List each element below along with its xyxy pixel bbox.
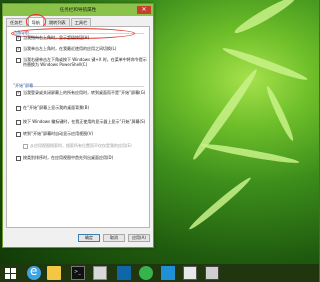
file-explorer-icon[interactable]: [47, 266, 61, 280]
checkbox-powershell[interactable]: [16, 57, 21, 63]
internet-explorer-icon[interactable]: [27, 264, 41, 280]
apply-button[interactable]: 应用(A): [128, 234, 150, 242]
windows-logo-icon: [11, 274, 16, 279]
ok-button[interactable]: 确定: [78, 234, 100, 242]
checkbox-start-on-active-display[interactable]: [16, 119, 21, 125]
wallpaper-leaf: [221, 44, 309, 84]
option-label: 按类别排序时，在应用视图中首先列出桌面应用(D): [23, 155, 114, 160]
windows-logo-icon: [5, 268, 10, 273]
window-title: 任务栏和导航属性: [59, 8, 97, 13]
checkbox-desktop-background[interactable]: [16, 105, 21, 111]
app-document-icon[interactable]: [183, 266, 197, 280]
option-label: 当我单击左上角时，在我最近使用的应用之间切换(L): [23, 46, 117, 51]
app-blue-icon[interactable]: [117, 266, 131, 280]
navigation-panel: 边角导航 ✓ 当我指向右上角时，显示超级按钮(H) ✓ 当我单击左上角时，在我最…: [6, 26, 150, 228]
tab-taskbar[interactable]: 任务栏: [6, 18, 27, 26]
start-button[interactable]: [4, 266, 18, 280]
option-label: 当我右键单击左下角或按下 Windows 键+X 时，在菜单中将命令提示符替换为…: [23, 57, 147, 68]
tab-jump-lists[interactable]: 跳转列表: [44, 18, 70, 26]
command-prompt-icon[interactable]: [71, 266, 85, 280]
windows-logo-icon: [5, 274, 10, 279]
checkbox-list-desktop-apps-first[interactable]: [16, 155, 21, 161]
taskbar: [0, 264, 319, 282]
close-button[interactable]: ✕: [137, 6, 151, 14]
title-bar[interactable]: 任务栏和导航属性 ✕: [3, 4, 153, 16]
cancel-button[interactable]: 取消: [103, 234, 125, 242]
option-label: 在“开始”屏幕上显示我的桌面背景(B): [23, 105, 90, 110]
option-label: 转到“开始”屏幕时自动显示应用视图(V): [23, 131, 94, 136]
checkbox-switch-recent-apps[interactable]: ✓: [16, 46, 21, 52]
option-label: 从应用视图搜索时，搜索所有位置而不仅仅是我的应用(E): [30, 143, 132, 148]
app-drive-icon[interactable]: [205, 266, 219, 280]
option-label: 按下 Windows 徽标键时，在我正使用的显示器上显示“开始”屏幕(S): [23, 119, 146, 124]
taskbar-navigation-properties-dialog: 任务栏和导航属性 ✕ 任务栏 导航 跳转列表 工具栏 边角导航 ✓ 当我指向右上…: [2, 3, 154, 248]
checkbox-search-everywhere[interactable]: [23, 143, 28, 149]
checkbox-show-apps-view[interactable]: [16, 131, 21, 137]
option-label: 当我登录或关闭屏幕上的所有应用时，转到桌面而不是“开始”屏幕(G): [23, 90, 146, 95]
checkbox-go-to-desktop[interactable]: ✓: [16, 90, 21, 96]
option-label: 当我指向右上角时，显示超级按钮(H): [23, 35, 90, 40]
windows-logo-icon: [11, 268, 16, 273]
start-screen-heading: “开始”屏幕: [13, 83, 34, 88]
wallpaper-leaf: [232, 0, 298, 37]
tab-strip: 任务栏 导航 跳转列表 工具栏: [6, 17, 92, 26]
app-window-icon[interactable]: [93, 266, 107, 280]
wallpaper-leaf: [200, 141, 300, 166]
wallpaper-leaf: [264, 84, 296, 143]
app-monitor-icon[interactable]: [161, 266, 175, 280]
wallpaper-leaf: [187, 175, 253, 232]
tab-toolbars[interactable]: 工具栏: [70, 18, 92, 26]
app-green-circle-icon[interactable]: [139, 266, 153, 280]
group-divider: [33, 85, 144, 87]
checkbox-show-charms[interactable]: ✓: [16, 35, 21, 41]
